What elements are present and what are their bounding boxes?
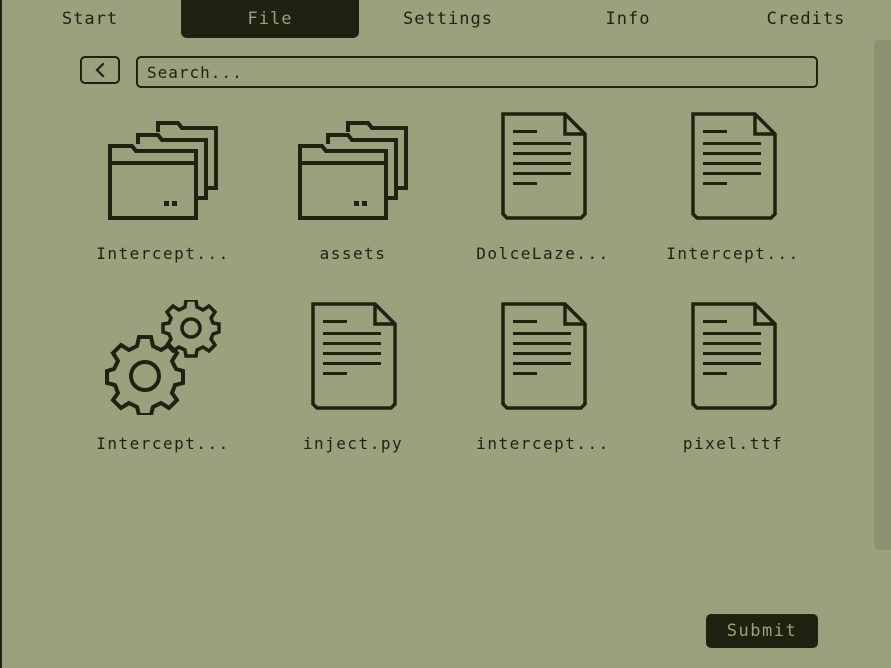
file-item[interactable]: assets (258, 118, 448, 298)
folder-icon (298, 121, 408, 220)
tab-info[interactable]: Info (540, 0, 716, 38)
file-name: Intercept... (96, 244, 230, 263)
document-icon (501, 302, 587, 410)
tab-credits[interactable]: Credits (716, 0, 891, 38)
file-item[interactable]: Intercept... (68, 118, 258, 298)
tab-file[interactable]: File (181, 0, 359, 38)
document-icon (311, 302, 397, 410)
document-icon (691, 302, 777, 410)
file-name: inject.py (302, 434, 404, 453)
folder-icon (108, 121, 218, 220)
submit-button[interactable]: Submit (706, 614, 818, 648)
tab-start[interactable]: Start (0, 0, 180, 38)
window-border (0, 0, 2, 668)
file-item[interactable]: intercept... (448, 300, 638, 480)
tab-bar: Start File Settings Info Credits (0, 0, 891, 38)
file-name: assets (319, 244, 387, 263)
file-item[interactable]: inject.py (258, 300, 448, 480)
tab-settings[interactable]: Settings (359, 0, 537, 38)
file-name: pixel.ttf (682, 434, 784, 453)
scrollbar[interactable] (874, 40, 891, 550)
back-button[interactable] (80, 56, 120, 84)
gears-icon (105, 300, 221, 415)
file-name: DolceLaze... (476, 244, 610, 263)
chevron-left-icon (95, 62, 105, 78)
file-item[interactable]: DolceLaze... (448, 110, 638, 290)
file-item[interactable]: pixel.ttf (638, 300, 828, 480)
search-input[interactable] (136, 56, 818, 88)
file-name: Intercept... (666, 244, 800, 263)
document-icon (501, 112, 587, 220)
file-item[interactable]: Intercept... (638, 110, 828, 290)
file-item[interactable]: Intercept... (68, 300, 258, 480)
file-name: intercept... (476, 434, 610, 453)
document-icon (691, 112, 777, 220)
file-name: Intercept... (96, 434, 230, 453)
